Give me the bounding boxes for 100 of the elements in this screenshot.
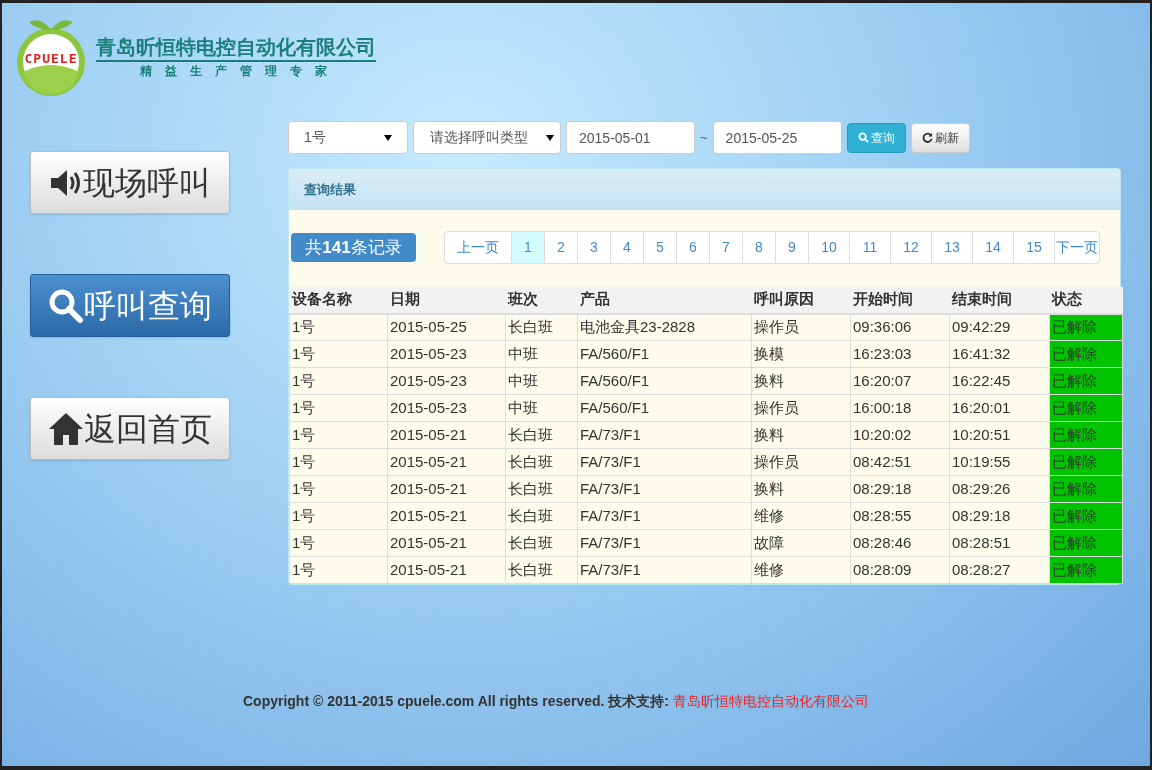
- table-cell: 1号: [289, 421, 388, 449]
- company-link[interactable]: 青岛昕恒特电控自动化有限公司: [673, 691, 869, 712]
- next-page-link[interactable]: 下一页: [1055, 232, 1099, 263]
- table-cell: 1号: [289, 448, 388, 476]
- table-cell: 长白班: [505, 529, 578, 557]
- status-cell: 已解除: [1049, 340, 1123, 368]
- date-to-field[interactable]: 2015-05-25: [712, 121, 842, 154]
- table-cell: FA/73/F1: [577, 421, 752, 449]
- status-cell: 已解除: [1049, 421, 1123, 449]
- table-cell: 换料: [751, 421, 851, 449]
- table-cell: 2015-05-21: [387, 502, 506, 530]
- table-cell: 1号: [289, 475, 388, 503]
- table-cell: 10:19:55: [949, 448, 1050, 476]
- status-cell: 已解除: [1049, 313, 1123, 341]
- table-cell: 长白班: [505, 502, 578, 530]
- table-cell: 09:36:06: [850, 313, 950, 341]
- search-button[interactable]: 查询: [846, 122, 906, 153]
- page-link[interactable]: 1: [512, 232, 545, 263]
- column-header: 产品: [577, 286, 752, 314]
- table-cell: FA/73/F1: [577, 448, 752, 476]
- table-cell: 电池金具23-2828: [577, 313, 752, 341]
- table-cell: 10:20:51: [949, 421, 1050, 449]
- table-cell: 1号: [289, 367, 388, 395]
- table-cell: 08:28:09: [850, 556, 950, 584]
- nav-button[interactable]: 返回首页: [30, 397, 230, 460]
- table-cell: 中班: [505, 340, 578, 368]
- table-cell: 09:42:29: [949, 313, 1050, 341]
- status-cell: 已解除: [1049, 367, 1123, 395]
- table-cell: 2015-05-23: [387, 340, 506, 368]
- table-cell: 换料: [751, 475, 851, 503]
- search-icon: [857, 132, 869, 143]
- table-cell: 长白班: [505, 448, 578, 476]
- table-cell: 操作员: [751, 313, 851, 341]
- home-icon: [48, 411, 84, 446]
- table-cell: 08:28:46: [850, 529, 950, 557]
- table-cell: 2015-05-21: [387, 421, 506, 449]
- table-cell: 10:20:02: [850, 421, 950, 449]
- table-cell: 16:22:45: [949, 367, 1050, 395]
- column-header: 设备名称: [289, 286, 388, 314]
- table-cell: 08:28:51: [949, 529, 1050, 557]
- table-cell: 1号: [289, 529, 388, 557]
- table-cell: 操作员: [751, 448, 851, 476]
- table-cell: 08:29:18: [850, 475, 950, 503]
- table-cell: FA/73/F1: [577, 529, 752, 557]
- table-cell: 长白班: [505, 475, 578, 503]
- table-cell: 16:23:03: [850, 340, 950, 368]
- table-cell: 换料: [751, 367, 851, 395]
- status-cell: 已解除: [1049, 556, 1123, 584]
- status-cell: 已解除: [1049, 502, 1123, 530]
- date-from-field[interactable]: 2015-05-01: [566, 121, 695, 154]
- table-cell: 08:28:27: [949, 556, 1050, 584]
- column-header: 呼叫原因: [751, 286, 851, 314]
- table-cell: 2015-05-21: [387, 448, 506, 476]
- refresh-button[interactable]: 刷新: [910, 122, 970, 153]
- status-cell: 已解除: [1049, 448, 1123, 476]
- table-cell: FA/73/F1: [577, 475, 752, 503]
- table-cell: 长白班: [505, 421, 578, 449]
- column-header: 开始时间: [850, 286, 950, 314]
- table-cell: 08:42:51: [850, 448, 950, 476]
- company-name: 青岛昕恒特电控自动化有限公司: [96, 33, 376, 62]
- search-icon: [48, 287, 84, 324]
- panel-title: 查询结果: [304, 181, 356, 199]
- logo-text: CPUELE: [24, 49, 78, 68]
- column-header: 状态: [1049, 286, 1123, 314]
- table-cell: 中班: [505, 394, 578, 422]
- table-cell: 16:00:18: [850, 394, 950, 422]
- column-header: 班次: [505, 286, 578, 314]
- nav-button[interactable]: 现场呼叫: [30, 151, 230, 214]
- table-cell: 1号: [289, 394, 388, 422]
- table-cell: 1号: [289, 556, 388, 584]
- copyright-text: Copyright © 2011-2015 cpuele.com All rights reserved. 技术支持:: [242, 692, 669, 711]
- table-cell: FA/560/F1: [577, 367, 752, 395]
- column-header: 日期: [387, 286, 506, 314]
- device-select[interactable]: 1号: [288, 121, 408, 154]
- status-cell: 已解除: [1049, 475, 1123, 503]
- table-cell: 操作员: [751, 394, 851, 422]
- table-cell: 08:29:26: [949, 475, 1050, 503]
- table-cell: 16:20:07: [850, 367, 950, 395]
- slogan: 精益生产管理专家: [139, 62, 341, 80]
- call-type-select[interactable]: 请选择呼叫类型: [413, 121, 561, 154]
- table-cell: 16:41:32: [949, 340, 1050, 368]
- table-cell: 2015-05-21: [387, 529, 506, 557]
- nav-button[interactable]: 呼叫查询: [30, 274, 230, 337]
- column-header: 结束时间: [949, 286, 1050, 314]
- table-cell: FA/73/F1: [577, 502, 752, 530]
- table-cell: 08:29:18: [949, 502, 1050, 530]
- table-cell: 1号: [289, 313, 388, 341]
- table-cell: 长白班: [505, 556, 578, 584]
- refresh-icon: [921, 132, 933, 143]
- table-cell: 1号: [289, 502, 388, 530]
- table-cell: 维修: [751, 502, 851, 530]
- table-cell: 2015-05-21: [387, 475, 506, 503]
- table-cell: 故障: [751, 529, 851, 557]
- table-cell: FA/560/F1: [577, 340, 752, 368]
- table-cell: FA/560/F1: [577, 394, 752, 422]
- table-cell: 中班: [505, 367, 578, 395]
- caret-icon: [384, 134, 392, 141]
- table-cell: 16:20:01: [949, 394, 1050, 422]
- table-cell: 2015-05-25: [387, 313, 506, 341]
- table-cell: 08:28:55: [850, 502, 950, 530]
